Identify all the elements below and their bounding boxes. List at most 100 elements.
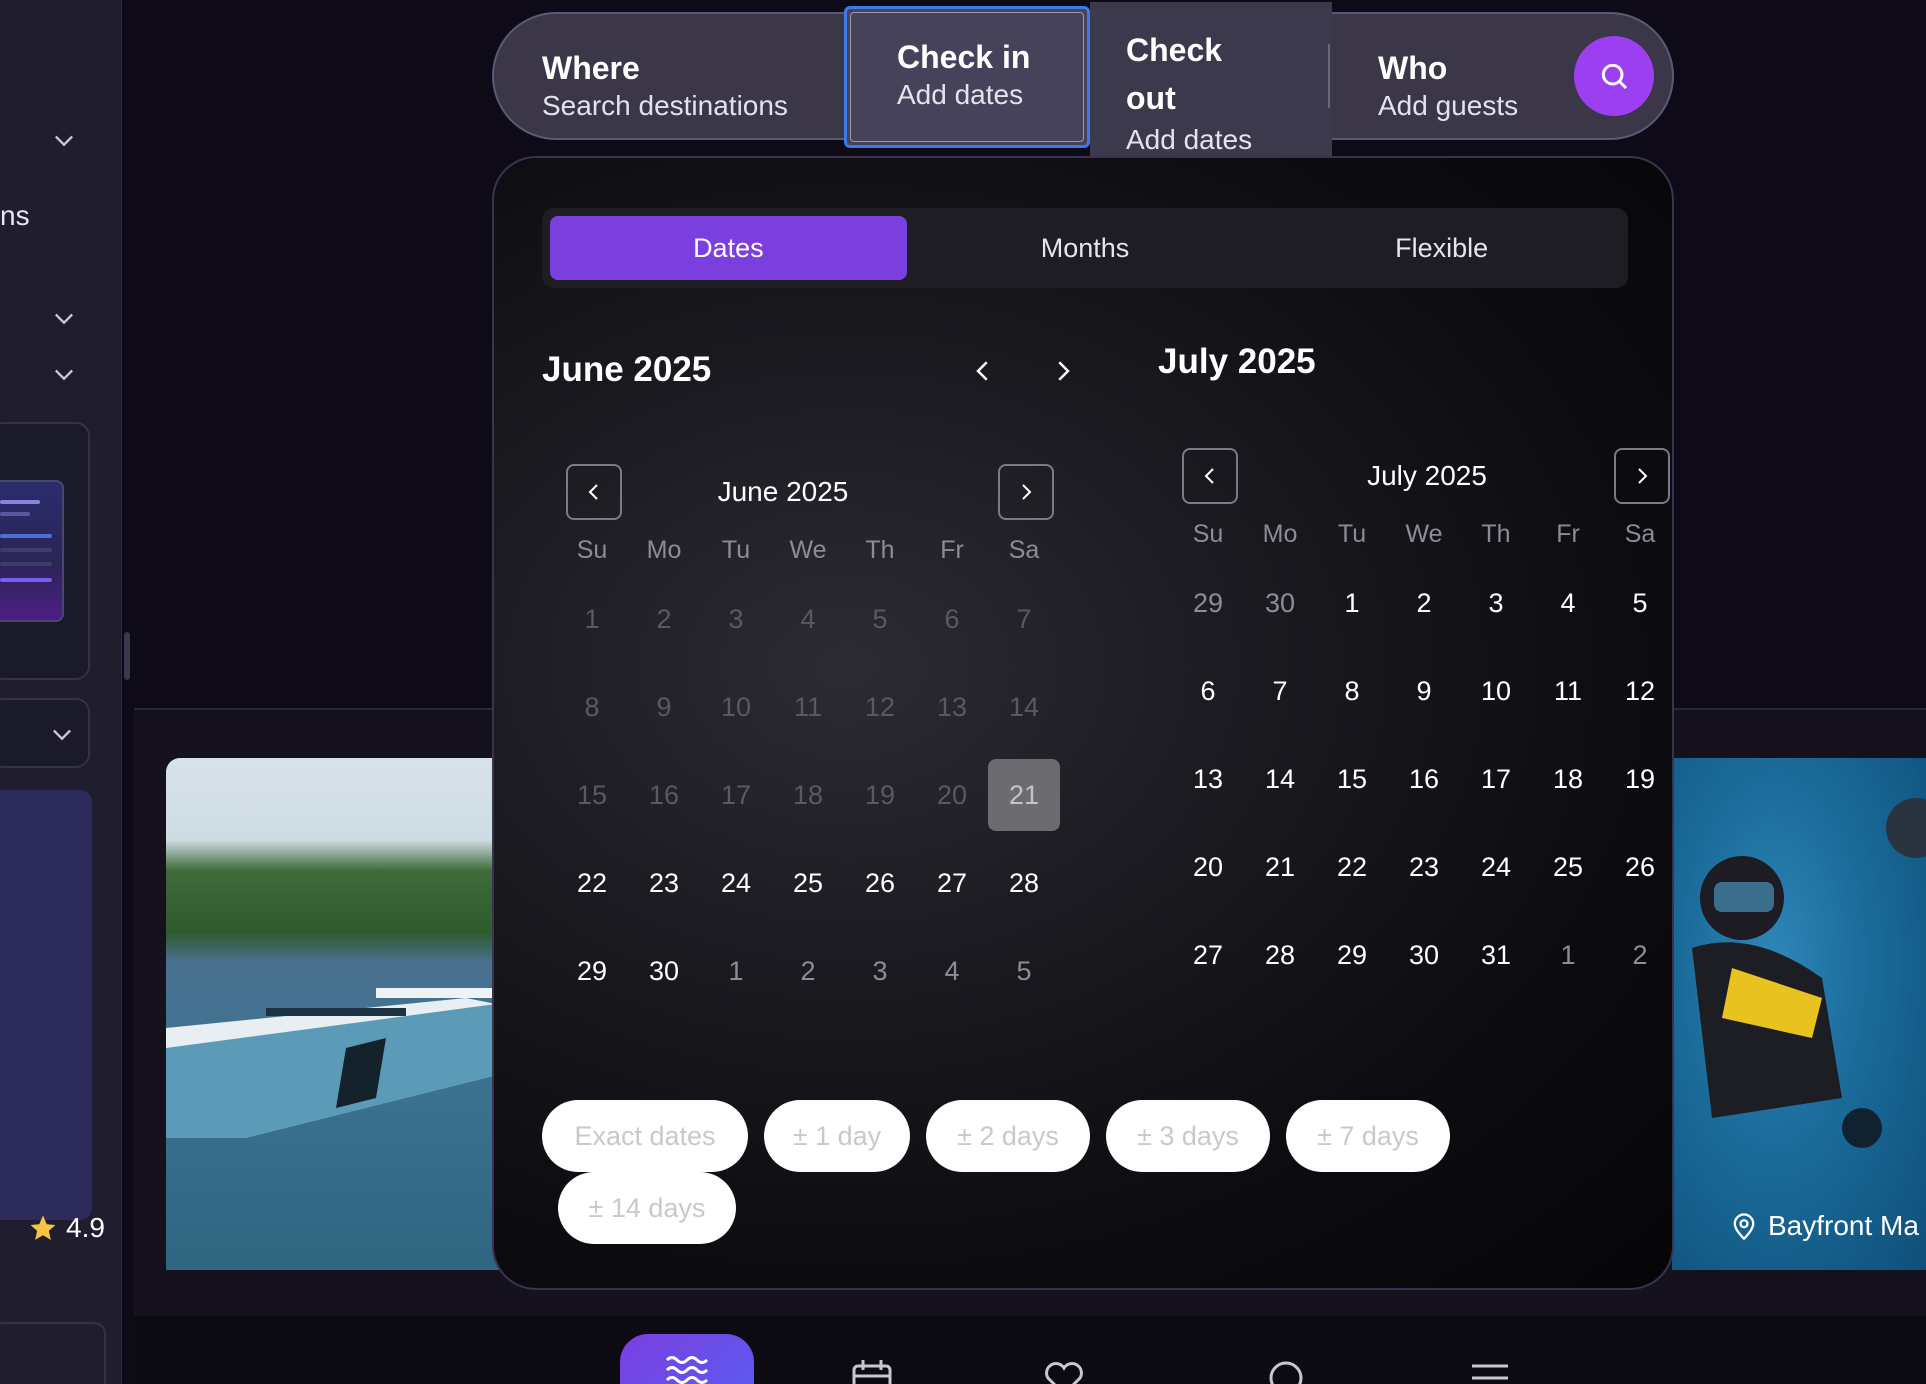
- search-icon[interactable]: [1266, 1358, 1310, 1384]
- day-cell[interactable]: 4: [916, 935, 988, 1007]
- day-cell[interactable]: 19: [1604, 743, 1672, 815]
- menu-icon[interactable]: [1468, 1358, 1512, 1384]
- day-cell[interactable]: 17: [1460, 743, 1532, 815]
- tab-flexible[interactable]: Flexible: [1263, 216, 1620, 280]
- chip-2-days[interactable]: ± 2 days: [926, 1100, 1090, 1172]
- day-cell[interactable]: 30: [1244, 567, 1316, 639]
- day-cell[interactable]: 14: [1244, 743, 1316, 815]
- chip-7-days[interactable]: ± 7 days: [1286, 1100, 1450, 1172]
- chip-14-days[interactable]: ± 14 days: [558, 1172, 736, 1244]
- day-cell[interactable]: 29: [1316, 919, 1388, 991]
- day-cell[interactable]: 8: [1316, 655, 1388, 727]
- day-cell[interactable]: 26: [844, 847, 916, 919]
- day-cell[interactable]: 3: [1460, 567, 1532, 639]
- day-cell[interactable]: 31: [1460, 919, 1532, 991]
- who-field[interactable]: Who Add guests: [1378, 48, 1518, 172]
- day-cell[interactable]: 5: [1604, 567, 1672, 639]
- day-cell[interactable]: 28: [988, 847, 1060, 919]
- nav-item-explore[interactable]: [620, 1334, 754, 1384]
- day-cell[interactable]: 1: [700, 935, 772, 1007]
- day-cell[interactable]: 13: [1172, 743, 1244, 815]
- check-out-placeholder: Add dates: [1126, 124, 1253, 155]
- weekday-label: Th: [1481, 520, 1511, 548]
- calendar-icon[interactable]: [850, 1358, 894, 1384]
- day-cell[interactable]: 27: [1172, 919, 1244, 991]
- where-field[interactable]: Where Search destinations: [542, 48, 788, 172]
- calendar-july: July 2025 Su Mo Tu We Th Fr Sa 29 30 1 2 3 4 5 6 7 8 9 10…: [1182, 448, 1672, 1007]
- day-cell[interactable]: 3: [844, 935, 916, 1007]
- chip-exact-dates[interactable]: Exact dates: [542, 1100, 748, 1172]
- day-cell[interactable]: 25: [772, 847, 844, 919]
- day-cell[interactable]: 7: [1244, 655, 1316, 727]
- day-cell[interactable]: 12: [1604, 655, 1672, 727]
- day-cell[interactable]: 9: [1388, 655, 1460, 727]
- day-cell: 4: [800, 603, 816, 634]
- chevron-right-icon[interactable]: [1048, 356, 1078, 386]
- prev-month-button[interactable]: [1182, 448, 1238, 504]
- check-in-field[interactable]: Check in Add dates: [844, 6, 1090, 148]
- weekday-label: Mo: [646, 536, 682, 564]
- day-cell[interactable]: 20: [1172, 831, 1244, 903]
- day-cell[interactable]: 30: [628, 935, 700, 1007]
- day-cell[interactable]: 29: [556, 935, 628, 1007]
- search-button[interactable]: [1574, 36, 1654, 116]
- day-cell[interactable]: 26: [1604, 831, 1672, 903]
- weekday-label: Fr: [1556, 520, 1580, 548]
- chip-3-days[interactable]: ± 3 days: [1106, 1100, 1270, 1172]
- heart-icon[interactable]: [1042, 1358, 1086, 1384]
- chip-1-day[interactable]: ± 1 day: [764, 1100, 910, 1172]
- day-cell[interactable]: 10: [1460, 655, 1532, 727]
- star-icon: [30, 1215, 56, 1240]
- day-cell[interactable]: 2: [772, 935, 844, 1007]
- next-month-button[interactable]: [1614, 448, 1670, 504]
- day-cell[interactable]: 15: [1316, 743, 1388, 815]
- day-cell[interactable]: 1: [1532, 919, 1604, 991]
- chevron-left-icon[interactable]: [968, 356, 998, 386]
- day-cell[interactable]: 25: [1532, 831, 1604, 903]
- day-cell[interactable]: 29: [1172, 567, 1244, 639]
- month-heading-right: July 2025: [1158, 342, 1316, 381]
- sidebar-bottom-card[interactable]: [0, 1322, 106, 1384]
- day-cell[interactable]: 27: [916, 847, 988, 919]
- bottom-nav: [134, 1316, 1926, 1384]
- day-cell[interactable]: 23: [1388, 831, 1460, 903]
- weekday-label: We: [1405, 520, 1443, 548]
- tab-dates[interactable]: Dates: [550, 216, 907, 280]
- week-row: 6 7 8 9 10 11 12: [1172, 655, 1672, 727]
- day-cell[interactable]: 30: [1388, 919, 1460, 991]
- resize-handle[interactable]: [124, 632, 130, 680]
- weekday-label: Su: [576, 536, 608, 564]
- weekday-label: Th: [865, 536, 895, 564]
- next-month-button[interactable]: [998, 464, 1054, 520]
- day-cell[interactable]: 21: [1244, 831, 1316, 903]
- day-cell: 1: [584, 603, 600, 634]
- day-cell[interactable]: 24: [700, 847, 772, 919]
- day-cell[interactable]: 22: [556, 847, 628, 919]
- sidebar-select[interactable]: [0, 698, 90, 768]
- day-cell[interactable]: 28: [1244, 919, 1316, 991]
- listing-card-image[interactable]: [1672, 758, 1926, 1270]
- who-label: Who: [1378, 50, 1448, 86]
- check-out-field[interactable]: Check out Add dates: [1090, 2, 1332, 172]
- day-cell[interactable]: 24: [1460, 831, 1532, 903]
- day-cell[interactable]: 18: [1532, 743, 1604, 815]
- who-placeholder: Add guests: [1378, 90, 1519, 121]
- day-cell[interactable]: 16: [1388, 743, 1460, 815]
- day-cell[interactable]: 5: [988, 935, 1060, 1007]
- day-cell[interactable]: 2: [1388, 567, 1460, 639]
- day-cell[interactable]: 4: [1532, 567, 1604, 639]
- listing-card-image[interactable]: [166, 758, 526, 1270]
- day-cell: 8: [584, 691, 600, 722]
- chevron-down-icon[interactable]: [50, 360, 78, 388]
- day-cell[interactable]: 2: [1604, 919, 1672, 991]
- chevron-down-icon[interactable]: [50, 304, 78, 332]
- day-cell[interactable]: 6: [1172, 655, 1244, 727]
- day-cell[interactable]: 23: [628, 847, 700, 919]
- day-cell[interactable]: 11: [1532, 655, 1604, 727]
- day-cell-selected[interactable]: 21: [988, 759, 1060, 831]
- day-cell[interactable]: 1: [1316, 567, 1388, 639]
- chevron-down-icon[interactable]: [50, 126, 78, 154]
- tab-months[interactable]: Months: [907, 216, 1264, 280]
- day-cell[interactable]: 22: [1316, 831, 1388, 903]
- weekday-label: Mo: [1262, 520, 1298, 548]
